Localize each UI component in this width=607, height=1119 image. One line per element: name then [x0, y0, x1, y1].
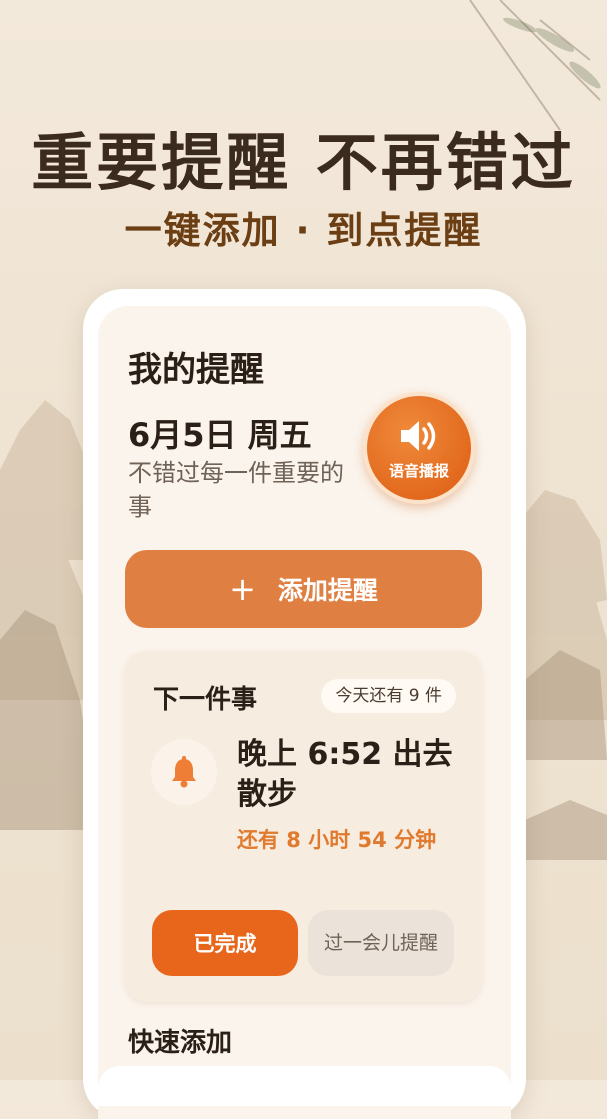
hero-headline: 重要提醒 不再错过 [31, 126, 576, 199]
voice-broadcast-button[interactable]: 语音播报 [363, 392, 475, 504]
next-item-card: 下一件事 今天还有 9 件 晚上 6:52 出去散步 还有 8 小时 54 分钟… [125, 651, 482, 1002]
quick-add-title: 快速添加 [128, 1028, 233, 1058]
remaining-count-badge: 今天还有 9 件 [321, 679, 456, 713]
snooze-button[interactable]: 过一会儿提醒 [308, 910, 454, 976]
voice-broadcast-label: 语音播报 [388, 461, 449, 480]
speaker-icon [401, 420, 436, 451]
add-reminder-button[interactable]: + 添加提醒 [125, 550, 482, 628]
bell-icon [172, 756, 196, 788]
hero-subline: 一键添加 · 到点提醒 [124, 209, 483, 252]
tagline: 不错过每一件重要的事 [128, 459, 344, 521]
app-screen: 我的提醒 6月5日 周五 不错过每一件重要的事 语音播报 + 添加提醒 下一件事… [98, 306, 511, 1119]
page-title: 我的提醒 [128, 350, 264, 390]
add-reminder-label: 添加提醒 [277, 576, 378, 605]
countdown-text: 还有 8 小时 54 分钟 [237, 828, 437, 852]
quick-add-panel [98, 1066, 511, 1106]
bell-icon-container [151, 739, 217, 805]
next-event-text: 晚上 6:52 出去散步 [237, 737, 453, 812]
phone-frame: 我的提醒 6月5日 周五 不错过每一件重要的事 语音播报 + 添加提醒 下一件事… [83, 289, 526, 1119]
current-date: 6月5日 周五 [128, 416, 312, 454]
plus-icon: + [229, 570, 256, 608]
mark-done-button[interactable]: 已完成 [152, 910, 298, 976]
next-item-title: 下一件事 [153, 685, 258, 715]
